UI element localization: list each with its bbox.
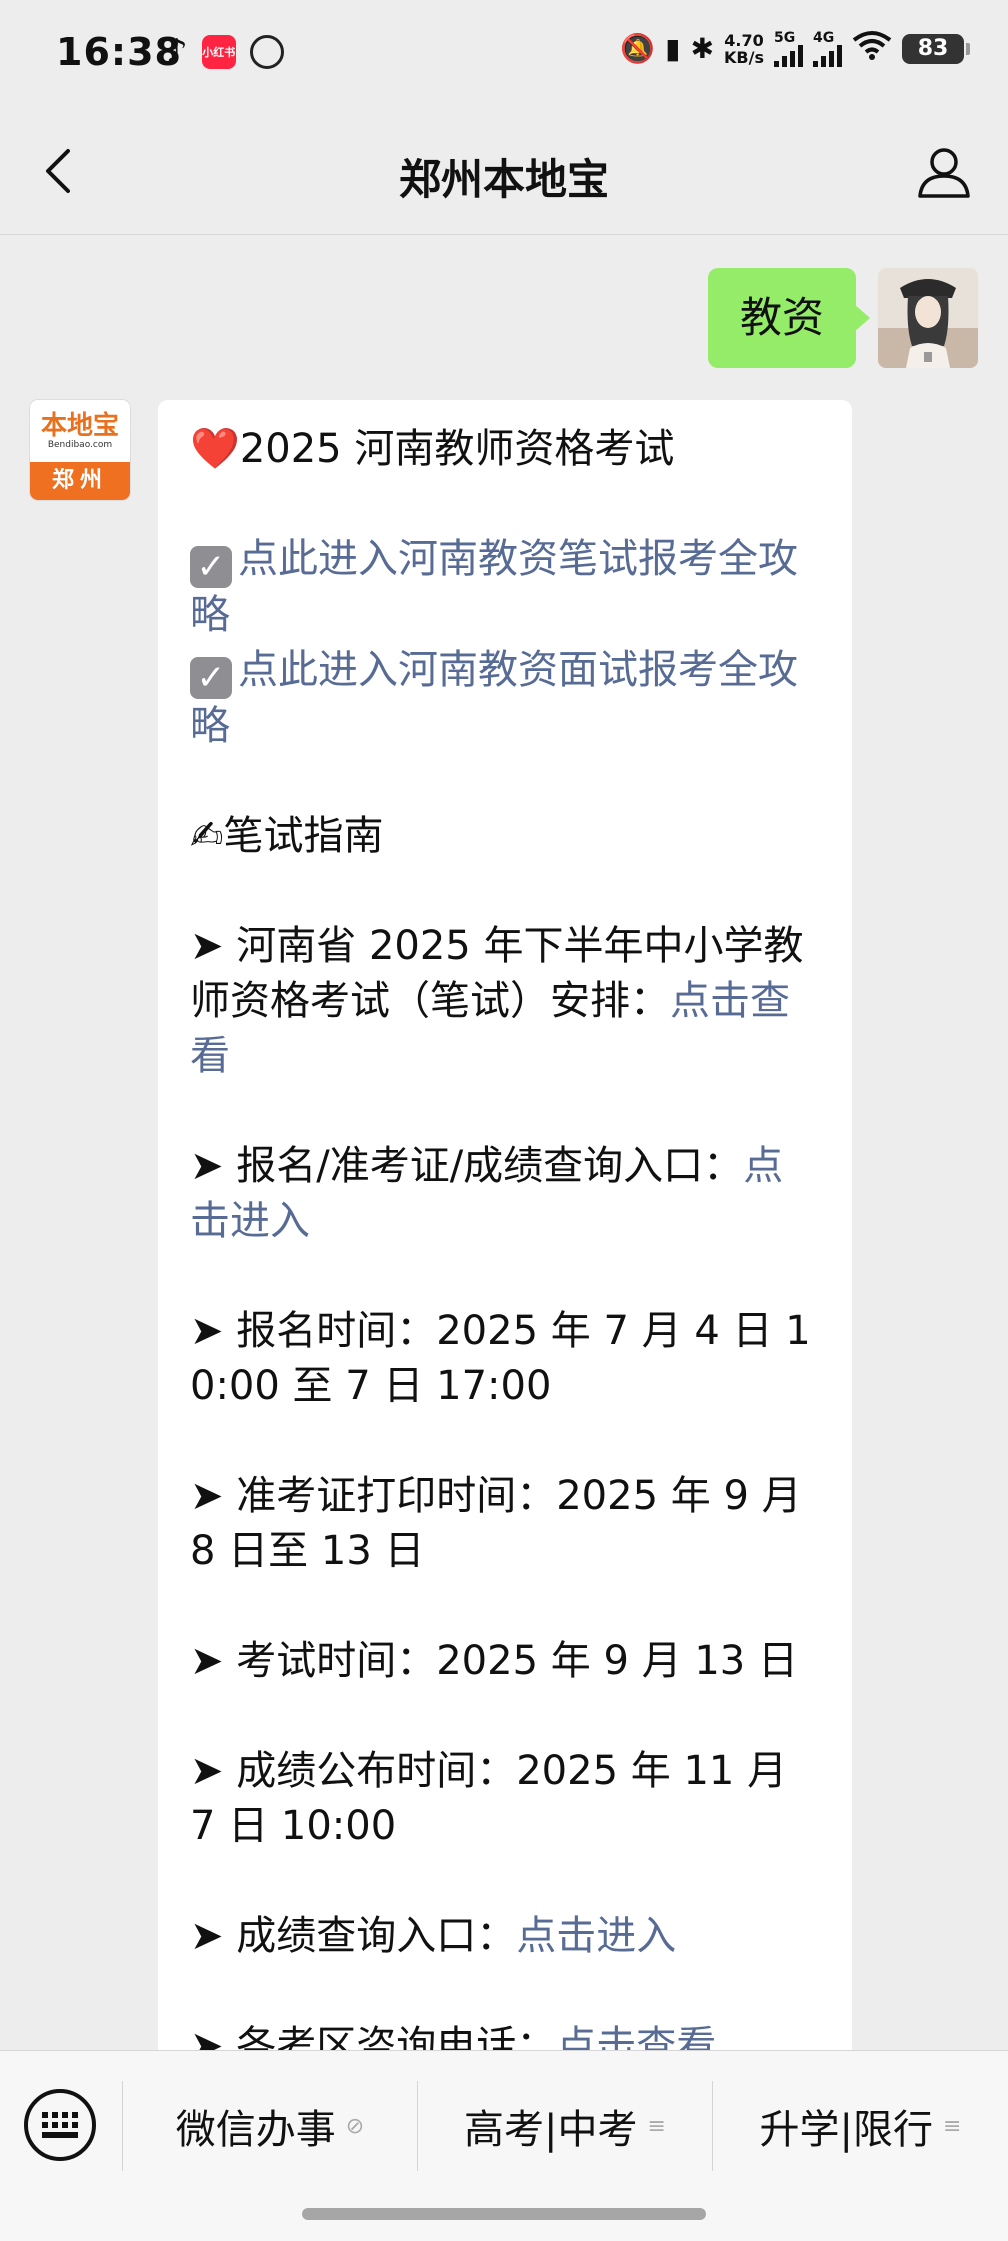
link-icon: ⊘ [345,2113,365,2139]
mute-bell-icon: 🔕 [620,32,656,65]
profile-button[interactable] [916,144,972,200]
status-indicators: 🔕 ▮ ✱ 4.70 KB/s 5G 4G 83 [620,30,970,67]
incoming-message-bubble: ❤️2025 河南教师资格考试 ✓ 点此进入河南教资笔试报考全攻略 ✓ 点此进入河南… [158,400,852,2060]
bendibao-logo: 本地宝 [40,410,119,441]
network-speed: 4.70 KB/s [724,30,764,67]
list-item: ➤ 考试时间：2025 年 9 月 13 日 [190,1638,798,1684]
nav-bar: 郑州本地宝 [0,108,1008,235]
menu-divider [122,2081,123,2171]
signal-5g-icon: 5G [774,31,803,67]
checkmark-icon: ✓ [190,546,232,588]
user-icon [918,148,970,198]
wifi-icon [852,30,892,67]
section-heading: ✍笔试指南 [190,813,384,859]
outgoing-message: 教资 [707,268,978,368]
list-item: ➤ 成绩公布时间：2025 年 11 月 7 日 10:00 [190,1748,788,1849]
list-item: ➤ 成绩查询入口：点击进入 [190,1913,677,1959]
home-indicator[interactable] [302,2208,706,2220]
heart-icon: ❤️ [190,426,240,472]
list-item: ➤ 准考证打印时间：2025 年 9 月 8 日至 13 日 [190,1473,802,1574]
signal-4g-icon: 4G [813,31,842,67]
submenu-icon: ≡ [943,2113,962,2139]
official-account-avatar[interactable]: 本地宝 Bendibao.com 郑州 [30,400,130,500]
score-query-link[interactable]: 点击进入 [516,1913,676,1959]
status-bar: 16:38 ♪ 小红书 🔕 ▮ ✱ 4.70 KB/s 5G 4G 83 [0,0,1008,108]
message-title: ❤️2025 河南教师资格考试 [190,426,675,472]
status-time: 16:38 [56,30,182,74]
menu-gaokao-zhongkao[interactable]: 高考|中考 ≡ [418,2071,712,2181]
avatar-city-label: 郑州 [30,462,130,500]
sim-card-icon: ▮ [665,32,681,65]
battery-icon: 83 [902,33,970,64]
list-item: ➤ 报名时间：2025 年 7 月 4 日 10:00 至 7 日 17:00 [190,1308,811,1409]
menu-school-traffic[interactable]: 升学|限行 ≡ [713,2071,1008,2181]
page-title: 郑州本地宝 [398,155,609,204]
keyboard-icon [42,2112,78,2138]
tiktok-icon: ♪ [166,32,188,72]
outgoing-bubble[interactable]: 教资 [707,268,871,368]
bendibao-url: Bendibao.com [47,439,113,450]
xiaohongshu-icon: 小红书 [201,35,236,69]
bluetooth-icon: ✱ [690,32,715,65]
list-item: ➤ 河南省 2025 年下半年中小学教师资格考试（笔试）安排：点击查看 [190,923,804,1079]
submenu-icon: ≡ [647,2113,666,2139]
checkmark-icon: ✓ [190,657,232,699]
written-exam-guide-link[interactable]: 点此进入河南教资笔试报考全攻略 [190,536,798,638]
menu-wechat-services[interactable]: 微信办事 ⊘ [124,2071,416,2181]
list-item: ➤ 报名/准考证/成绩查询入口：点击进入 [190,1143,784,1244]
user-avatar[interactable] [878,268,978,368]
interview-guide-link[interactable]: 点此进入河南教资面试报考全攻略 [190,647,798,749]
keyboard-toggle-button[interactable] [24,2089,96,2161]
status-app-icons: ♪ 小红书 [166,32,284,72]
weibo-icon [249,35,284,69]
